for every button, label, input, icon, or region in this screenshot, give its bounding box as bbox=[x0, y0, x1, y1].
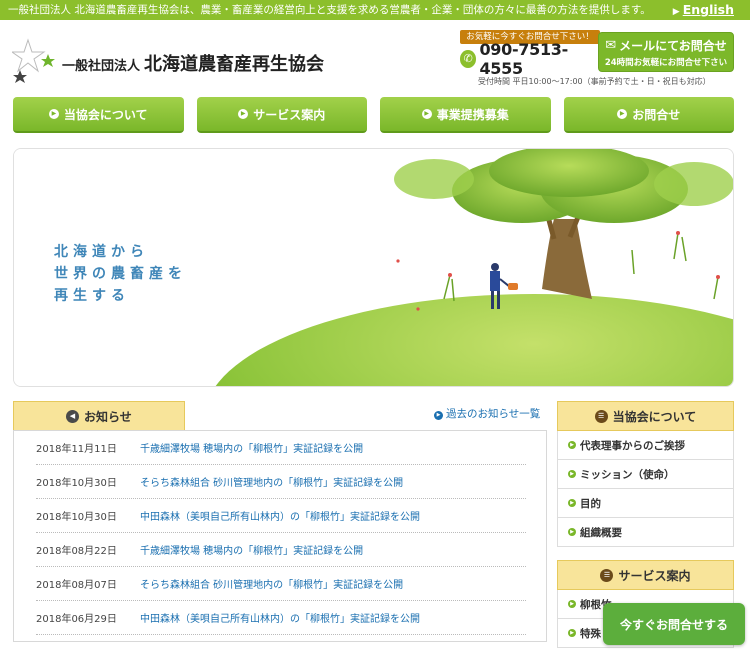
sidebar-item-label: 組織概要 bbox=[580, 526, 622, 539]
sidebar-item-label: ミッション（使命） bbox=[580, 468, 675, 481]
envelope-icon: ✉ bbox=[605, 38, 617, 53]
nav-services[interactable]: ▶ サービス案内 bbox=[196, 97, 367, 133]
hero-line-3: 再生する bbox=[54, 288, 130, 304]
hero-line-2: 世界の農畜産を bbox=[54, 266, 187, 282]
triangle-right-icon: ▶ bbox=[672, 7, 680, 17]
nav-services-label: サービス案内 bbox=[253, 107, 326, 122]
news-item[interactable]: 2018年06月29日 中田森林（美唄自己所有山林内）の「柳根竹」実証記録を公開 bbox=[36, 601, 526, 635]
nav-contact[interactable]: ▶ お問合せ bbox=[563, 97, 734, 133]
nav-about[interactable]: ▶ 当協会について bbox=[13, 97, 184, 133]
play-circle-icon: ▶ bbox=[421, 109, 432, 119]
sidebar-services-heading: ☰ サービス案内 bbox=[557, 560, 734, 590]
news-heading-label: お知らせ bbox=[84, 410, 132, 424]
past-news-link-label: 過去のお知らせ一覧 bbox=[446, 408, 541, 420]
play-circle-icon: ▶ bbox=[568, 600, 576, 608]
sidebar-item-label: 目的 bbox=[580, 497, 601, 510]
news-title-link[interactable]: そらち森林組合 砂川管理地内の「柳根竹」実証記録を公開 bbox=[140, 576, 403, 591]
hero-banner: 北海道から 世界の農畜産を 再生する bbox=[13, 148, 734, 387]
list-icon: ☰ bbox=[594, 409, 608, 423]
play-circle-icon: ▶ bbox=[568, 499, 576, 507]
english-link[interactable]: ▶ English bbox=[673, 0, 734, 22]
news-item[interactable]: 2018年10月30日 そらち森林組合 砂川管理地内の「柳根竹」実証記録を公開 bbox=[36, 465, 526, 499]
news-title-link[interactable]: 中田森林（美唄自己所有山林内）の「柳根竹」実証記録を公開 bbox=[140, 508, 420, 523]
nav-partnership[interactable]: ▶ 事業提携募集 bbox=[380, 97, 551, 133]
logo-text: 一般社団法人 北海道農畜産再生協会 bbox=[62, 50, 324, 76]
news-title-link[interactable]: 千歳細澤牧場 穂場内の「柳根竹」実証記録を公開 bbox=[140, 440, 363, 455]
nav-about-label: 当協会について bbox=[63, 107, 148, 122]
play-circle-icon: ▶ bbox=[617, 109, 628, 119]
news-item[interactable]: 2018年10月30日 中田森林（美唄自己所有山林内）の「柳根竹」実証記録を公開 bbox=[36, 499, 526, 533]
news-title-link[interactable]: 千歳細澤牧場 穂場内の「柳根竹」実証記録を公開 bbox=[140, 542, 363, 557]
phone-contact: お気軽に今すぐお問合せ下さい！ ✆ 090-7513-4555 bbox=[460, 30, 600, 78]
news-date: 2018年06月29日 bbox=[36, 614, 117, 625]
org-name: 北海道農畜産再生協会 bbox=[144, 54, 325, 75]
sidebar-item-greeting[interactable]: ▶ 代表理事からのご挨拶 bbox=[557, 431, 734, 460]
phone-number: 090-7513-4555 bbox=[479, 40, 568, 78]
stars-logo-icon bbox=[12, 38, 55, 83]
contact-now-button[interactable]: 今すぐお問合せする bbox=[603, 603, 745, 645]
sidebar-item-organization[interactable]: ▶ 組織概要 bbox=[557, 518, 734, 547]
sidebar-services-heading-label: サービス案内 bbox=[618, 568, 691, 583]
mail-contact-button[interactable]: ✉ メールにてお問合せ 24時間お気軽にお問合せ下さい bbox=[598, 32, 734, 72]
nav-contact-label: お問合せ bbox=[632, 107, 681, 122]
mail-button-label: メールにてお問合せ bbox=[619, 39, 727, 53]
list-icon: ☰ bbox=[600, 568, 614, 582]
contact-now-label: 今すぐお問合せする bbox=[619, 617, 728, 632]
sidebar-about: ☰ 当協会について ▶ 代表理事からのご挨拶 ▶ ミッション（使命） ▶ 目的 ▶ 組織概… bbox=[557, 401, 734, 547]
past-news-link[interactable]: ▶ 過去のお知らせ一覧 bbox=[434, 406, 540, 421]
news-date: 2018年10月30日 bbox=[36, 478, 117, 489]
news-date: 2018年08月07日 bbox=[36, 580, 117, 591]
top-bar: 一般社団法人 北海道農畜産再生協会は、農業・畜産業の経営向上と支援を求める営農者… bbox=[0, 0, 750, 20]
english-link-label: English bbox=[682, 2, 734, 17]
speaker-icon: ◀ bbox=[66, 410, 79, 423]
business-hours: 受付時間 平日10:00〜17:00（事前予約で土・日・祝日も対応） bbox=[478, 77, 711, 86]
play-circle-icon: ▶ bbox=[568, 470, 576, 478]
main-nav: ▶ 当協会について ▶ サービス案内 ▶ 事業提携募集 ▶ お問合せ bbox=[13, 97, 734, 133]
play-circle-icon: ▶ bbox=[48, 109, 59, 119]
sidebar-about-heading: ☰ 当協会について bbox=[557, 401, 734, 431]
sidebar-item-purpose[interactable]: ▶ 目的 bbox=[557, 489, 734, 518]
news-list: 2018年11月11日 千歳細澤牧場 穂場内の「柳根竹」実証記録を公開 2018年… bbox=[36, 431, 526, 635]
nav-partnership-label: 事業提携募集 bbox=[436, 107, 509, 122]
hero-tagline: 北海道から 世界の農畜産を 再生する bbox=[54, 241, 187, 307]
phone-icon: ✆ bbox=[460, 50, 477, 68]
news-heading: ◀ お知らせ bbox=[13, 401, 185, 431]
play-circle-icon: ▶ bbox=[434, 411, 443, 420]
mail-button-sub: 24時間お気軽にお問合せ下さい bbox=[604, 58, 728, 68]
tagline: 一般社団法人 北海道農畜産再生協会は、農業・畜産業の経営向上と支援を求める営農者… bbox=[8, 4, 651, 16]
news-item[interactable]: 2018年08月07日 そらち森林組合 砂川管理地内の「柳根竹」実証記録を公開 bbox=[36, 567, 526, 601]
org-type: 一般社団法人 bbox=[62, 59, 141, 74]
sidebar-item-mission[interactable]: ▶ ミッション（使命） bbox=[557, 460, 734, 489]
news-title-link[interactable]: そらち森林組合 砂川管理地内の「柳根竹」実証記録を公開 bbox=[140, 474, 403, 489]
sidebar-item-label: 代表理事からのご挨拶 bbox=[580, 439, 685, 452]
news-item[interactable]: 2018年11月11日 千歳細澤牧場 穂場内の「柳根竹」実証記録を公開 bbox=[36, 431, 526, 465]
news-date: 2018年10月30日 bbox=[36, 512, 117, 523]
news-date: 2018年11月11日 bbox=[36, 444, 117, 455]
play-circle-icon: ▶ bbox=[238, 109, 249, 119]
play-circle-icon: ▶ bbox=[568, 441, 576, 449]
play-circle-icon: ▶ bbox=[568, 528, 576, 536]
sidebar-item-label: 特殊 bbox=[580, 627, 601, 640]
site-logo[interactable]: 一般社団法人 北海道農畜産再生協会 bbox=[12, 38, 342, 88]
phone-row[interactable]: ✆ 090-7513-4555 bbox=[460, 40, 600, 78]
news-date: 2018年08月22日 bbox=[36, 546, 117, 557]
hero-line-1: 北海道から bbox=[54, 244, 149, 260]
news-title-link[interactable]: 中田森林（美唄自己所有山林内）の「柳根竹」実証記録を公開 bbox=[140, 610, 420, 625]
play-circle-icon: ▶ bbox=[568, 629, 576, 637]
sidebar-about-heading-label: 当協会について bbox=[612, 409, 697, 424]
news-list-box: 2018年11月11日 千歳細澤牧場 穂場内の「柳根竹」実証記録を公開 2018年… bbox=[13, 430, 547, 642]
news-item[interactable]: 2018年08月22日 千歳細澤牧場 穂場内の「柳根竹」実証記録を公開 bbox=[36, 533, 526, 567]
